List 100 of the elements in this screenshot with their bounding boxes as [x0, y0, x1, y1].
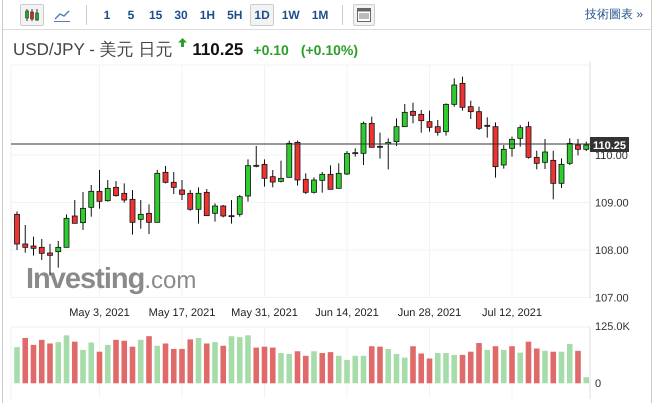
candlestick — [476, 106, 482, 130]
volume-bar — [212, 342, 218, 384]
volume-bar — [121, 340, 128, 384]
interval-button[interactable]: 5 — [121, 4, 141, 26]
candlestick — [410, 102, 416, 124]
interval-button[interactable]: 1H — [196, 4, 220, 26]
volume-bar — [360, 356, 366, 384]
volume-bar — [451, 354, 458, 384]
volume-bar — [286, 354, 292, 384]
volume-bar — [402, 358, 408, 384]
volume-bar — [170, 348, 177, 384]
volume-bar — [460, 354, 466, 384]
volume-bar — [542, 350, 548, 384]
candlestick — [583, 141, 590, 152]
candlestick — [38, 238, 45, 260]
candlestick — [72, 200, 78, 224]
volume-bar — [196, 338, 202, 384]
volume-bar — [72, 342, 78, 384]
volume-bar — [30, 344, 36, 384]
date-axis-label: Jul 12, 2021 — [482, 307, 542, 319]
volume-bar — [294, 351, 300, 384]
volume-bar — [80, 350, 86, 384]
volume-bar — [500, 350, 507, 384]
volume-bar — [311, 351, 317, 384]
candlestick — [278, 160, 284, 183]
candlestick-chart-button[interactable] — [20, 4, 44, 26]
volume-bar — [302, 356, 309, 384]
candlestick — [394, 118, 400, 146]
date-axis-label: May 17, 2021 — [148, 307, 216, 319]
volume-bar — [22, 338, 28, 384]
line-chart-icon — [54, 8, 70, 22]
candlestick — [328, 164, 334, 190]
volume-bar — [434, 353, 441, 384]
candlestick — [468, 100, 474, 120]
candlestick — [253, 146, 260, 168]
volume-bar — [96, 352, 102, 384]
volume-axis-label: 125.0K — [595, 321, 630, 333]
candlestick — [286, 140, 292, 178]
interval-button[interactable]: 5H — [223, 4, 246, 26]
candlestick — [162, 166, 168, 184]
date-axis-label: May 31, 2021 — [231, 307, 298, 319]
candlestick — [385, 138, 392, 170]
volume-bar — [253, 348, 260, 384]
candlestick — [566, 138, 573, 166]
candlestick — [187, 190, 194, 212]
candlestick — [245, 158, 251, 202]
candlestick — [204, 188, 210, 216]
interval-button[interactable]: 1W — [278, 4, 304, 26]
candlestick — [352, 148, 358, 158]
candlestick — [30, 236, 36, 256]
volume-bar — [220, 346, 226, 384]
candlestick — [170, 172, 177, 194]
candlestick — [509, 136, 515, 158]
interval-button[interactable]: 1 — [97, 4, 117, 26]
volume-bar — [179, 348, 185, 384]
candlestick — [575, 138, 581, 156]
volume-bar — [319, 353, 326, 384]
volume-bar — [385, 348, 392, 384]
interval-button[interactable]: 15 — [145, 4, 166, 26]
volume-bar — [64, 335, 70, 384]
candlestick — [80, 192, 86, 230]
volume-bar — [47, 343, 53, 384]
candlestick — [418, 110, 424, 134]
candlestick — [146, 204, 152, 234]
interval-button[interactable]: 1M — [308, 4, 332, 26]
price-value: 110.25 — [192, 40, 244, 60]
technical-chart-link[interactable]: 技術圖表 » — [584, 6, 643, 23]
layout-button[interactable] — [353, 4, 376, 26]
candlestick — [443, 102, 449, 136]
interval-button[interactable]: 30 — [170, 4, 192, 26]
volume-bar — [575, 350, 581, 384]
volume-bar — [352, 356, 358, 384]
volume-bar — [517, 352, 524, 384]
volume-bar — [154, 346, 160, 384]
candlestick — [130, 190, 136, 236]
volume-bar — [113, 340, 119, 384]
interval-button[interactable]: 1D — [250, 4, 274, 26]
volume-bar — [88, 342, 94, 384]
volume-bar — [278, 353, 284, 384]
volume-bar — [262, 346, 268, 384]
volume-bar — [550, 352, 556, 384]
candlestick — [344, 150, 350, 176]
candlestick — [88, 184, 94, 218]
volume-bar — [526, 342, 532, 384]
candlestick — [558, 158, 564, 188]
candlestick — [22, 224, 28, 254]
volume-bar — [138, 340, 144, 384]
candlestick — [64, 214, 70, 248]
volume-bar — [162, 343, 168, 384]
candlestick — [212, 202, 218, 222]
candlestick — [270, 170, 276, 188]
candlestick — [460, 76, 466, 112]
volume-bar — [146, 336, 152, 384]
candlestick — [402, 104, 408, 128]
volume-bar — [130, 346, 136, 384]
document-icon — [357, 8, 372, 22]
volume-bar — [344, 360, 350, 384]
volume-bar — [558, 352, 564, 384]
candlestick — [294, 140, 300, 186]
candlestick — [360, 121, 366, 166]
